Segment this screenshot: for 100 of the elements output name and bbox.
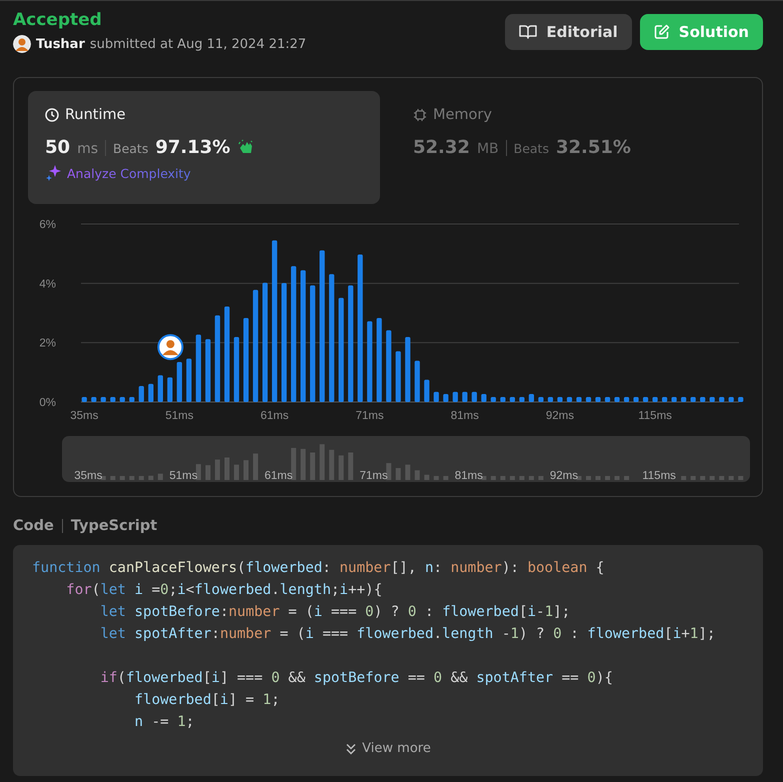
bar[interactable] <box>252 290 258 402</box>
stat-tab[interactable]: Memory 52.32 MB Beats 32.51% <box>396 91 748 204</box>
bar[interactable] <box>91 396 96 402</box>
bar[interactable] <box>148 384 154 402</box>
bar[interactable] <box>719 396 724 402</box>
bar[interactable] <box>167 377 173 402</box>
bar[interactable] <box>434 392 439 402</box>
status-text: Accepted <box>13 10 103 30</box>
avatar-marker <box>157 334 184 360</box>
bar[interactable] <box>310 285 316 402</box>
bar[interactable] <box>624 396 630 402</box>
bar[interactable] <box>738 396 744 402</box>
bar[interactable] <box>662 396 668 402</box>
bar[interactable] <box>214 315 220 402</box>
bar[interactable] <box>490 396 496 402</box>
bar[interactable] <box>424 380 430 402</box>
bar[interactable] <box>710 396 715 402</box>
bar[interactable] <box>548 396 554 402</box>
stat-unit: ms <box>77 141 98 157</box>
bar[interactable] <box>158 375 163 402</box>
beats-label: Beats <box>514 141 549 156</box>
bar[interactable] <box>320 250 325 402</box>
bar[interactable] <box>633 396 639 402</box>
stat-value: 50 <box>45 137 70 158</box>
stat-title: Runtime <box>65 107 126 123</box>
mini-bar <box>510 476 515 480</box>
bar[interactable] <box>538 396 544 402</box>
bar[interactable] <box>138 386 144 402</box>
bar[interactable] <box>510 396 515 402</box>
bar[interactable] <box>472 392 477 402</box>
bar[interactable] <box>234 337 240 402</box>
code-line: n -= 1; <box>133 713 196 732</box>
bar[interactable] <box>243 318 249 402</box>
code-line: let spotAfter:number = (i === flowerbed.length -1) ? 0 : flowerbed[i+1]; <box>99 625 716 644</box>
mini-bar <box>443 476 448 480</box>
bar[interactable] <box>576 396 582 402</box>
bar[interactable] <box>595 396 601 402</box>
bar[interactable] <box>528 394 534 402</box>
mini-bar <box>129 476 134 480</box>
code-line: flowerbed[i] = 1; <box>133 691 281 710</box>
bar[interactable] <box>690 396 696 402</box>
bar[interactable] <box>281 283 287 402</box>
range-navigator[interactable]: 35ms 51ms 61ms 71ms 81ms 92ms 115ms <box>62 436 750 482</box>
analyze-complexity-link[interactable]: Analyze Complexity <box>67 166 191 180</box>
mini-bar <box>528 476 534 480</box>
stat-tab[interactable]: Runtime 50 ms Beats 97.13% Analyze Complexity <box>28 91 380 204</box>
mini-bar <box>386 463 392 480</box>
bar[interactable] <box>290 266 296 402</box>
bar[interactable] <box>100 396 106 402</box>
stat-unit: MB <box>476 141 499 157</box>
stat-title: Memory <box>433 107 492 123</box>
bar[interactable] <box>224 306 230 402</box>
bar[interactable] <box>728 396 734 402</box>
chip-icon <box>413 108 427 122</box>
bar[interactable] <box>300 270 306 402</box>
mini-bar <box>396 468 401 480</box>
bar[interactable] <box>272 240 278 402</box>
bar[interactable] <box>129 396 134 402</box>
bar[interactable] <box>329 274 334 402</box>
bar[interactable] <box>586 396 592 402</box>
bar[interactable] <box>700 396 706 402</box>
bar[interactable] <box>500 396 506 402</box>
bar[interactable] <box>186 358 192 402</box>
bar[interactable] <box>614 396 620 402</box>
bar[interactable] <box>205 339 211 402</box>
bar[interactable] <box>652 396 658 402</box>
bar[interactable] <box>681 396 686 402</box>
bar[interactable] <box>176 362 182 402</box>
mini-bar <box>538 476 544 480</box>
bar[interactable] <box>672 396 677 402</box>
mini-bar <box>719 476 724 480</box>
bar[interactable] <box>262 282 268 402</box>
bar[interactable] <box>452 392 458 402</box>
bar[interactable] <box>110 396 116 402</box>
mini-bar <box>196 464 201 480</box>
bar[interactable] <box>82 396 87 402</box>
editorial-button[interactable]: Editorial <box>505 14 632 50</box>
mini-bar <box>605 476 610 480</box>
bar[interactable] <box>642 396 648 402</box>
mini-bar <box>424 474 430 480</box>
user-name[interactable]: Tushar <box>36 36 85 52</box>
bar[interactable] <box>120 396 125 402</box>
x-axis-label: 51ms <box>165 410 194 422</box>
mini-bar <box>158 474 163 480</box>
bar[interactable] <box>481 394 486 402</box>
bar[interactable] <box>604 396 610 402</box>
sparkle-icon <box>45 164 63 182</box>
bar[interactable] <box>566 396 572 402</box>
mini-bar <box>624 476 630 480</box>
bar[interactable] <box>443 394 448 402</box>
mini-bar <box>224 457 230 480</box>
bar[interactable] <box>519 396 524 402</box>
bar[interactable] <box>462 392 468 402</box>
mini-bar <box>614 476 620 480</box>
bar[interactable] <box>557 396 563 402</box>
bar[interactable] <box>196 334 202 402</box>
view-more-button[interactable]: View more <box>341 739 435 758</box>
mini-bar <box>234 464 239 480</box>
navigator-label: 71ms <box>360 470 388 482</box>
beats-label: Beats <box>113 141 148 156</box>
